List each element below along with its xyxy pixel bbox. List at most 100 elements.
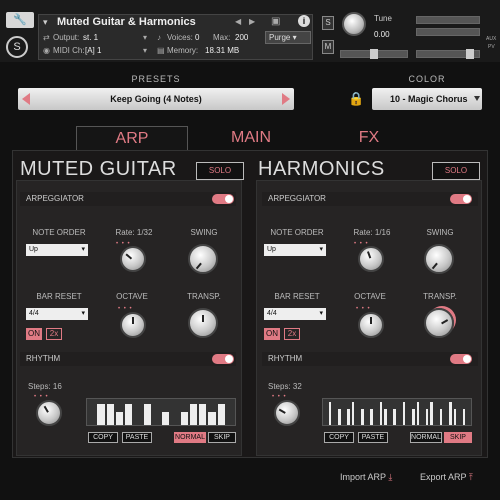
note-order-dropdown[interactable]: Up: [26, 244, 88, 256]
rate-knob[interactable]: [358, 246, 384, 272]
octave-knob[interactable]: [120, 312, 146, 338]
steps-label: Steps: 32: [268, 382, 302, 391]
normal-mode-button[interactable]: NORMAL: [174, 432, 206, 443]
step-bar[interactable]: [337, 409, 341, 425]
paste-button[interactable]: PASTE: [122, 432, 152, 443]
max-voices-value[interactable]: 200: [235, 33, 248, 42]
bar-reset-2x-button[interactable]: 2x: [284, 328, 300, 340]
rate-knob[interactable]: [120, 246, 146, 272]
import-arp-button[interactable]: Import ARP ⤓: [340, 472, 392, 483]
bar-reset-dropdown[interactable]: 4/4: [26, 308, 88, 320]
lock-icon[interactable]: 🔒: [348, 92, 364, 106]
rhythm-toggle[interactable]: [212, 354, 234, 364]
step-bar[interactable]: [180, 412, 188, 425]
step-bar[interactable]: [425, 409, 429, 425]
midi-dropdown-icon[interactable]: ▾: [143, 46, 147, 55]
note-order-dropdown[interactable]: Up: [264, 244, 326, 256]
normal-mode-button[interactable]: NORMAL: [410, 432, 442, 443]
output-dropdown-icon[interactable]: ▾: [143, 33, 147, 42]
purge-button[interactable]: Purge ▾: [265, 31, 311, 44]
rhythm-toggle[interactable]: [450, 354, 472, 364]
arpeggiator-toggle[interactable]: [450, 194, 472, 204]
arpeggiator-toggle[interactable]: [212, 194, 234, 204]
camera-icon[interactable]: ▣: [271, 16, 280, 27]
step-bar[interactable]: [328, 401, 332, 425]
export-arp-button[interactable]: Export ARP ⤒: [420, 472, 473, 483]
volume-slider-handle[interactable]: [466, 49, 474, 59]
purge-label: Purge: [269, 33, 291, 42]
next-instrument-icon[interactable]: ▶: [249, 17, 255, 26]
step-bar[interactable]: [416, 401, 420, 425]
skip-mode-button[interactable]: SKIP: [208, 432, 236, 443]
solo-instrument-button[interactable]: S: [322, 16, 334, 30]
step-bar[interactable]: [361, 409, 364, 425]
step-bar[interactable]: [143, 404, 151, 425]
tab-main[interactable]: MAIN: [196, 126, 306, 150]
bar-reset-2x-button[interactable]: 2x: [46, 328, 62, 340]
octave-knob[interactable]: [358, 312, 384, 338]
prev-preset-icon[interactable]: [22, 93, 30, 105]
step-sequencer[interactable]: [86, 398, 236, 426]
step-bar[interactable]: [189, 404, 197, 425]
step-bar[interactable]: [402, 401, 406, 425]
step-bar[interactable]: [106, 404, 114, 425]
step-bar[interactable]: [115, 412, 123, 425]
next-preset-icon[interactable]: [282, 93, 290, 105]
tune-knob[interactable]: [342, 12, 366, 36]
step-bar[interactable]: [462, 409, 466, 425]
swing-label: SWING: [190, 228, 218, 237]
prev-instrument-icon[interactable]: ◀: [235, 17, 241, 26]
tab-fx[interactable]: FX: [316, 126, 422, 150]
mute-instrument-button[interactable]: M: [322, 40, 334, 54]
step-bar[interactable]: [125, 404, 133, 425]
max-label: Max:: [213, 33, 231, 42]
step-bar[interactable]: [208, 412, 216, 425]
rate-label: Rate: 1/16: [353, 228, 391, 237]
step-bar[interactable]: [351, 401, 355, 425]
color-selector[interactable]: 10 - Magic Chorus: [372, 88, 482, 110]
pan-slider-handle[interactable]: [370, 49, 378, 59]
solo-button-muted-guitar[interactable]: SOLO: [196, 162, 244, 180]
step-bar[interactable]: [370, 409, 373, 425]
swing-knob[interactable]: [424, 244, 454, 274]
step-bar[interactable]: [411, 409, 415, 425]
step-sequencer[interactable]: [322, 398, 472, 426]
transpose-knob[interactable]: [424, 308, 454, 338]
step-bar[interactable]: [199, 404, 207, 425]
octave-scale-icon: • • •: [356, 306, 371, 312]
collapse-icon[interactable]: ▾: [43, 17, 48, 28]
steps-knob[interactable]: [274, 400, 300, 426]
step-bar[interactable]: [217, 404, 225, 425]
info-icon[interactable]: i: [298, 15, 310, 27]
transpose-knob[interactable]: [188, 308, 218, 338]
step-bar[interactable]: [384, 409, 387, 425]
pv-label[interactable]: PV: [488, 44, 495, 50]
bar-reset-on-button[interactable]: ON: [264, 328, 280, 340]
level-meter-left: [416, 16, 480, 24]
color-dropdown-icon[interactable]: [474, 96, 480, 101]
skip-mode-button[interactable]: SKIP: [444, 432, 472, 443]
midi-channel-select[interactable]: [A] 1: [85, 46, 101, 55]
bar-reset-on-button[interactable]: ON: [26, 328, 42, 340]
step-bar[interactable]: [162, 412, 170, 425]
tab-arp[interactable]: ARP: [76, 126, 188, 150]
solo-button-harmonics[interactable]: SOLO: [432, 162, 480, 180]
paste-button[interactable]: PASTE: [358, 432, 388, 443]
wrench-icon[interactable]: 🔧: [6, 12, 34, 28]
swing-knob[interactable]: [188, 244, 218, 274]
copy-button[interactable]: COPY: [88, 432, 118, 443]
step-bar[interactable]: [347, 409, 350, 425]
step-bar[interactable]: [439, 409, 443, 425]
step-bar[interactable]: [379, 401, 383, 425]
step-bar[interactable]: [430, 401, 433, 425]
output-select[interactable]: st. 1: [83, 33, 98, 42]
step-bar[interactable]: [97, 404, 105, 425]
bar-reset-dropdown[interactable]: 4/4: [264, 308, 326, 320]
aux-label[interactable]: AUX: [486, 36, 496, 42]
step-bar[interactable]: [453, 409, 457, 425]
preset-selector[interactable]: Keep Going (4 Notes): [18, 88, 294, 110]
step-bar[interactable]: [448, 401, 452, 425]
copy-button[interactable]: COPY: [324, 432, 354, 443]
step-bar[interactable]: [393, 409, 396, 425]
steps-knob[interactable]: [36, 400, 62, 426]
